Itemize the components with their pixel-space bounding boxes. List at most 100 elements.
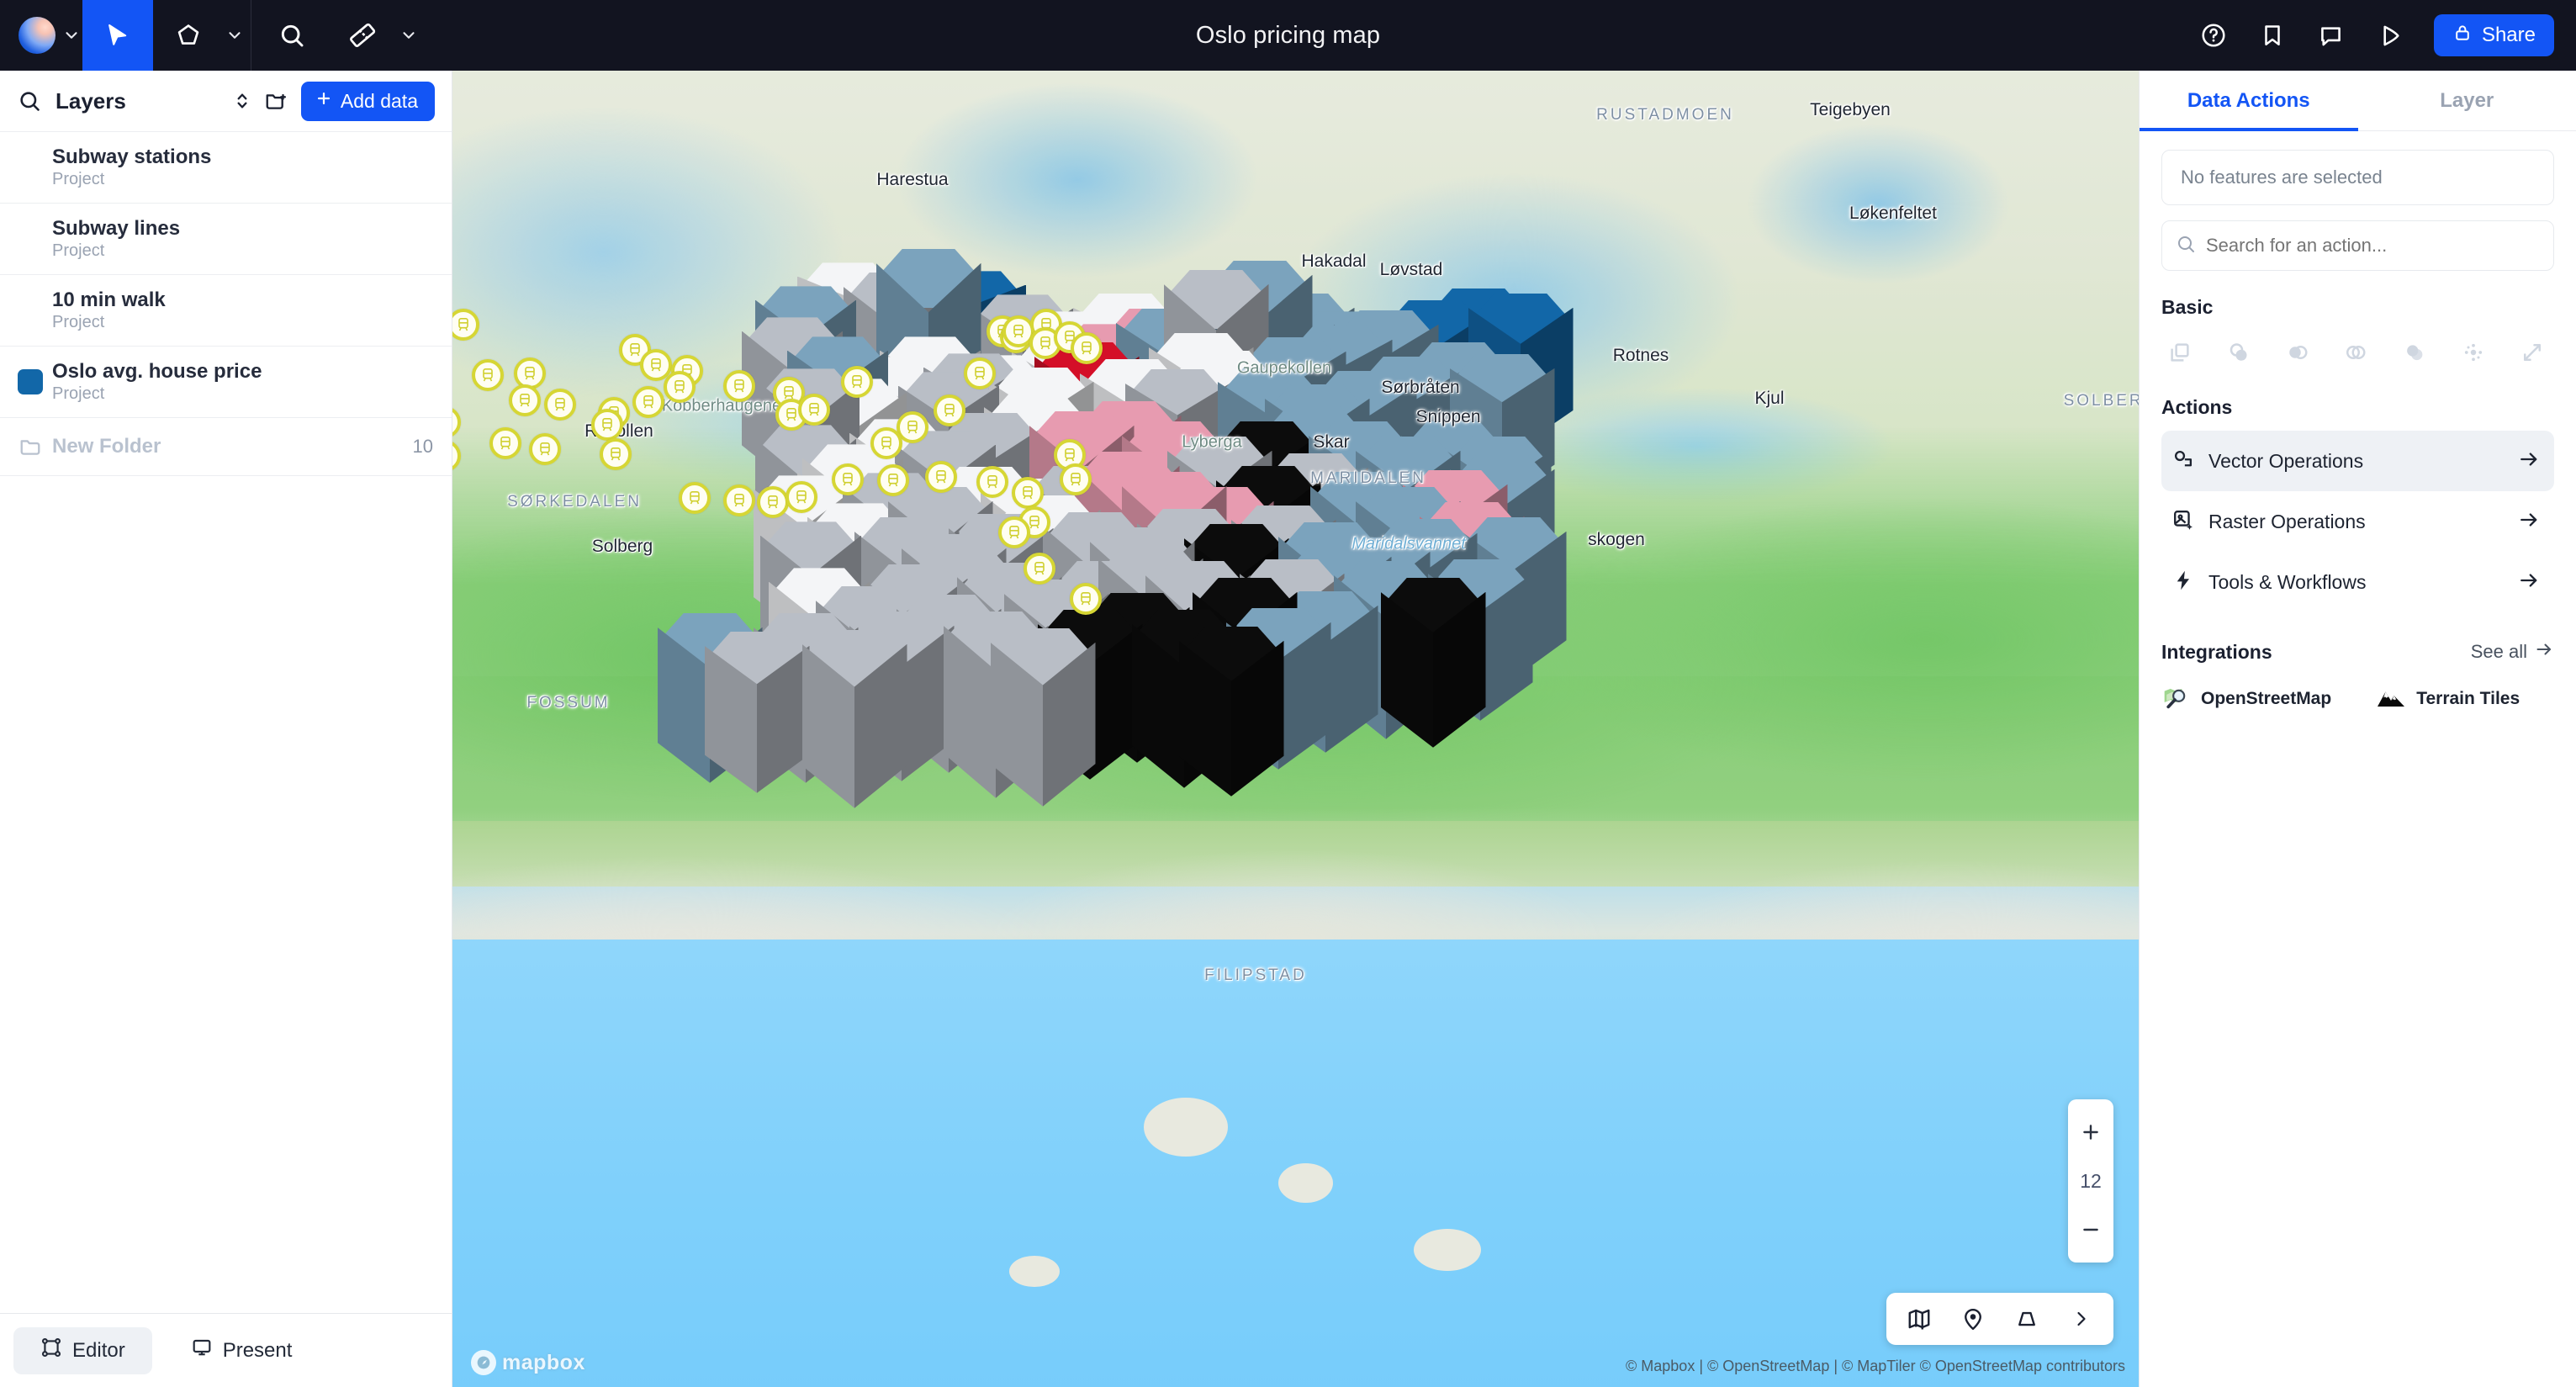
integration-terrain-tiles[interactable]: Terrain Tiles: [2377, 686, 2520, 712]
app-root: Oslo pricing map Share Layers Add data S…: [0, 0, 2576, 1387]
marker-pin-icon[interactable]: [1955, 1301, 1991, 1337]
tab-data-actions[interactable]: Data Actions: [2140, 71, 2358, 131]
perspective-icon[interactable]: [2009, 1301, 2044, 1337]
mountains-icon: [2377, 686, 2405, 712]
action-tools-workflows[interactable]: Tools & Workflows: [2161, 552, 2554, 612]
subway-station-marker[interactable]: [679, 482, 711, 514]
subway-station-marker[interactable]: [976, 466, 1008, 498]
subway-station-marker[interactable]: [600, 438, 632, 470]
comment-icon[interactable]: [2304, 0, 2358, 71]
folder-name: New Folder: [52, 435, 161, 458]
polygon-chevron-down-icon[interactable]: [224, 26, 246, 45]
chevron-right-icon[interactable]: [2063, 1301, 2098, 1337]
search-icon[interactable]: [257, 0, 327, 71]
integration-openstreetmap[interactable]: OpenStreetMap: [2161, 685, 2331, 713]
globe-menu[interactable]: [0, 0, 61, 71]
integration-label: OpenStreetMap: [2201, 689, 2332, 708]
action-search-input[interactable]: [2206, 235, 2553, 257]
copy-icon[interactable]: [2161, 334, 2198, 371]
globe-chevron-down-icon[interactable]: [61, 26, 82, 45]
question-circle-icon[interactable]: [2187, 0, 2240, 71]
subway-station-marker[interactable]: [877, 464, 909, 496]
subway-station-marker[interactable]: [1071, 332, 1103, 364]
union-icon[interactable]: [2220, 334, 2257, 371]
sort-updown-icon[interactable]: [225, 84, 259, 118]
right-panel-body: No features are selected Basic: [2140, 131, 2576, 713]
layer-item-subway-lines[interactable]: Subway lines Project: [0, 203, 452, 274]
folder-count: 10: [412, 436, 433, 457]
polygon-icon[interactable]: [153, 0, 224, 71]
subway-station-marker[interactable]: [964, 357, 996, 389]
ruler-chevron-down-icon[interactable]: [398, 26, 420, 45]
basemap-icon[interactable]: [1902, 1301, 1937, 1337]
subway-station-marker[interactable]: [934, 394, 965, 426]
subway-station-marker[interactable]: [544, 389, 576, 421]
overlap-icon[interactable]: [2396, 334, 2433, 371]
action-search-box[interactable]: [2161, 220, 2554, 271]
subway-station-marker[interactable]: [998, 516, 1030, 548]
add-data-button[interactable]: Add data: [300, 81, 435, 121]
share-button[interactable]: Share: [2433, 14, 2554, 56]
search-icon[interactable]: [15, 87, 44, 115]
subway-station-marker[interactable]: [632, 386, 664, 418]
lock-icon: [2452, 23, 2473, 49]
play-icon[interactable]: [2363, 0, 2417, 71]
map-attribution[interactable]: © Mapbox | © OpenStreetMap | © MapTiler …: [1626, 1358, 2125, 1375]
layer-item-10-min-walk[interactable]: 10 min walk Project: [0, 274, 452, 346]
subway-station-marker[interactable]: [472, 359, 504, 391]
layer-list: Subway stations Project Subway lines Pro…: [0, 131, 452, 1313]
subway-station-marker[interactable]: [452, 309, 479, 341]
difference-icon[interactable]: [2337, 334, 2374, 371]
action-vector-operations[interactable]: Vector Operations: [2161, 431, 2554, 491]
expand-diagonal-icon[interactable]: [2514, 334, 2551, 371]
layer-item-oslo-avg-house-price[interactable]: Oslo avg. house price Project: [0, 346, 452, 417]
scatter-nodes-icon[interactable]: [2455, 334, 2492, 371]
see-all-integrations-link[interactable]: See all: [2471, 639, 2554, 664]
ruler-icon[interactable]: [327, 0, 398, 71]
subway-station-marker[interactable]: [664, 371, 696, 403]
app-body: Layers Add data Subway stations Project …: [0, 71, 2576, 1387]
intersect-icon[interactable]: [2279, 334, 2316, 371]
see-all-label: See all: [2470, 641, 2527, 662]
layer-swatch-slot: [8, 369, 52, 394]
mapbox-logo[interactable]: mapbox: [471, 1350, 585, 1375]
top-toolbar: Oslo pricing map Share: [0, 0, 2576, 71]
editor-mode-button[interactable]: Editor: [13, 1326, 152, 1374]
subway-station-marker[interactable]: [509, 384, 541, 416]
integrations-title: Integrations: [2161, 640, 2272, 663]
subway-station-marker[interactable]: [452, 406, 461, 438]
action-raster-operations[interactable]: Raster Operations: [2161, 491, 2554, 552]
subway-station-marker[interactable]: [841, 366, 873, 398]
subway-station-marker[interactable]: [489, 427, 521, 459]
subway-station-marker[interactable]: [757, 486, 789, 518]
subway-station-marker[interactable]: [832, 463, 864, 495]
toolbar-right-group: Share: [2187, 0, 2576, 71]
zoom-out-button[interactable]: [2068, 1205, 2113, 1254]
bookmark-icon[interactable]: [2245, 0, 2299, 71]
present-mode-button[interactable]: Present: [164, 1327, 320, 1374]
layer-item-subway-stations[interactable]: Subway stations Project: [0, 131, 452, 203]
layer-source: Project: [52, 312, 105, 331]
globe-icon[interactable]: [19, 17, 56, 54]
folder-plus-icon[interactable]: [259, 84, 293, 118]
subway-station-marker[interactable]: [1060, 463, 1092, 495]
cursor-arrow-icon[interactable]: [82, 0, 153, 71]
map-viewport[interactable]: RUSTADMOEN Teigebyen Harestua Løkenfeltet Ha…: [452, 71, 2139, 1387]
subway-station-marker[interactable]: [1024, 553, 1055, 585]
subway-station-marker[interactable]: [785, 481, 817, 513]
layer-folder-new-folder[interactable]: New Folder 10: [0, 417, 452, 476]
subway-station-marker[interactable]: [452, 440, 461, 472]
subway-station-marker[interactable]: [1070, 583, 1102, 615]
layers-sidebar: Layers Add data Subway stations Project …: [0, 71, 452, 1387]
zoom-in-button[interactable]: [2068, 1108, 2113, 1157]
subway-station-marker[interactable]: [925, 461, 957, 493]
layer-color-swatch[interactable]: [18, 369, 43, 394]
subway-station-marker[interactable]: [1012, 477, 1044, 509]
subway-station-marker[interactable]: [723, 370, 755, 402]
subway-station-marker[interactable]: [591, 409, 623, 441]
subway-station-marker[interactable]: [798, 394, 830, 426]
subway-station-marker[interactable]: [870, 427, 902, 459]
tab-layer[interactable]: Layer: [2358, 71, 2576, 130]
subway-station-marker[interactable]: [529, 433, 561, 465]
subway-station-marker[interactable]: [723, 484, 755, 516]
